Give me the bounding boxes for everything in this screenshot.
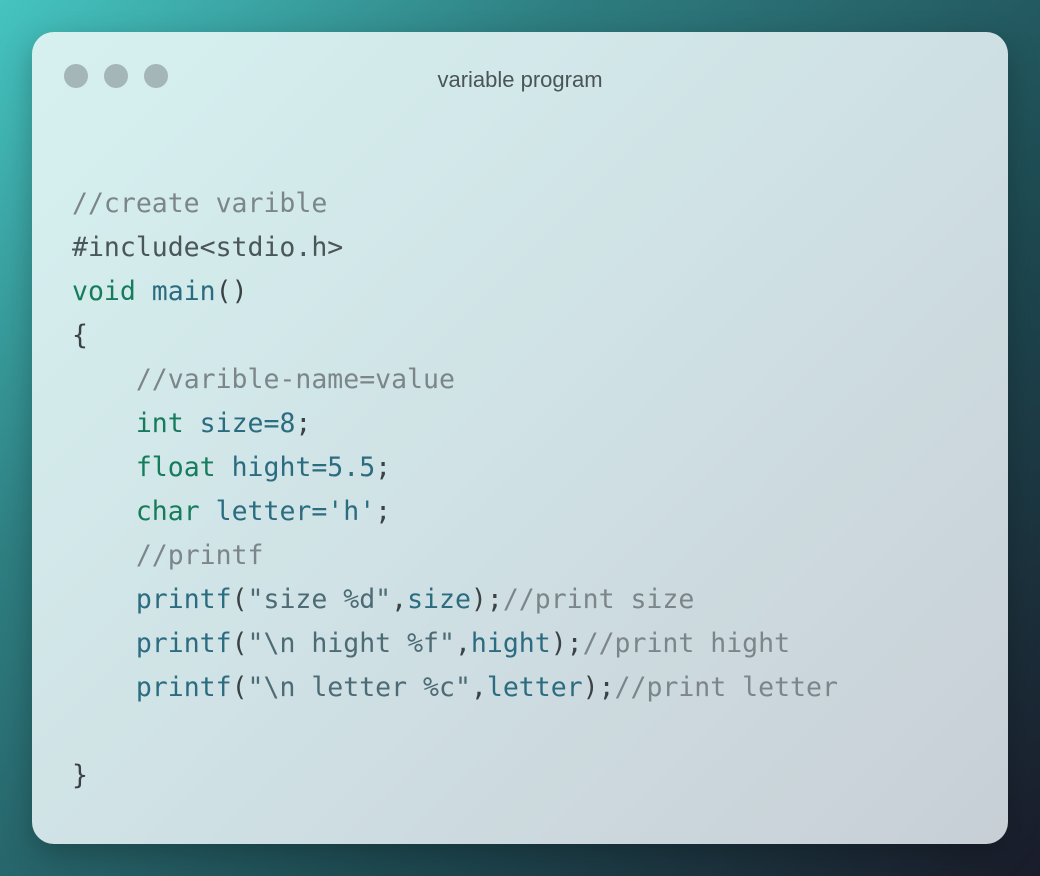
code-line: int size=8; xyxy=(72,402,838,446)
code-token: hight xyxy=(470,628,551,659)
code-token: ; xyxy=(375,496,392,527)
code-token: letter xyxy=(486,672,583,703)
code-token: ; xyxy=(375,452,392,483)
code-token: printf xyxy=(135,584,232,615)
code-line: { xyxy=(72,314,838,358)
code-token: { xyxy=(72,320,88,351)
code-line: #include<stdio.h> xyxy=(72,226,838,270)
code-line: float hight=5.5; xyxy=(72,446,838,490)
code-token: , xyxy=(454,628,471,659)
code-token: //print hight xyxy=(582,628,791,659)
code-token: //varible-name=value xyxy=(135,364,455,395)
code-token: //print letter xyxy=(614,672,838,703)
code-line: } xyxy=(72,754,838,798)
code-token: char xyxy=(135,496,200,527)
code-token: //printf xyxy=(135,540,264,571)
code-line: printf("\n hight %f",hight);//print high… xyxy=(72,622,838,666)
code-line: //printf xyxy=(72,534,838,578)
code-token: #include<stdio.h> xyxy=(72,232,344,263)
code-line: //create varible xyxy=(72,182,838,226)
code-token: letter='h' xyxy=(215,496,376,527)
code-token: ); xyxy=(582,672,615,703)
code-token: main xyxy=(151,276,216,307)
code-token: , xyxy=(470,672,487,703)
code-token: } xyxy=(72,760,88,791)
code-token: , xyxy=(391,584,408,615)
code-line: void main() xyxy=(72,270,838,314)
code-token: ( xyxy=(231,584,248,615)
window-title: variable program xyxy=(437,67,603,92)
code-token: "size %d" xyxy=(247,584,392,615)
code-token: void xyxy=(72,276,136,307)
code-token: () xyxy=(215,276,248,307)
code-token: ); xyxy=(470,584,503,615)
code-token: ); xyxy=(550,628,583,659)
code-token: size=8 xyxy=(199,408,296,439)
code-line: printf("size %d",size);//print size xyxy=(72,578,838,622)
code-token: //create varible xyxy=(72,188,328,219)
code-token: float xyxy=(135,452,216,483)
code-token: printf xyxy=(135,628,232,659)
code-token: ( xyxy=(231,628,248,659)
code-block: //create varible #include<stdio.h> void ma… xyxy=(72,182,838,798)
code-line: char letter='h'; xyxy=(72,490,838,534)
code-token: ( xyxy=(231,672,248,703)
code-token: hight=5.5 xyxy=(231,452,376,483)
code-token: "\n hight %f" xyxy=(247,628,455,659)
code-token: printf xyxy=(135,672,232,703)
code-token: ; xyxy=(295,408,312,439)
code-line: //varible-name=value xyxy=(72,358,838,402)
code-token: size xyxy=(407,584,471,615)
code-token: //print size xyxy=(502,584,695,615)
code-window: variable program //create varible #includ… xyxy=(32,32,1008,844)
code-line: printf("\n letter %c",letter);//print le… xyxy=(72,666,838,710)
code-token: "\n letter %c" xyxy=(247,672,471,703)
code-token: int xyxy=(135,408,184,439)
